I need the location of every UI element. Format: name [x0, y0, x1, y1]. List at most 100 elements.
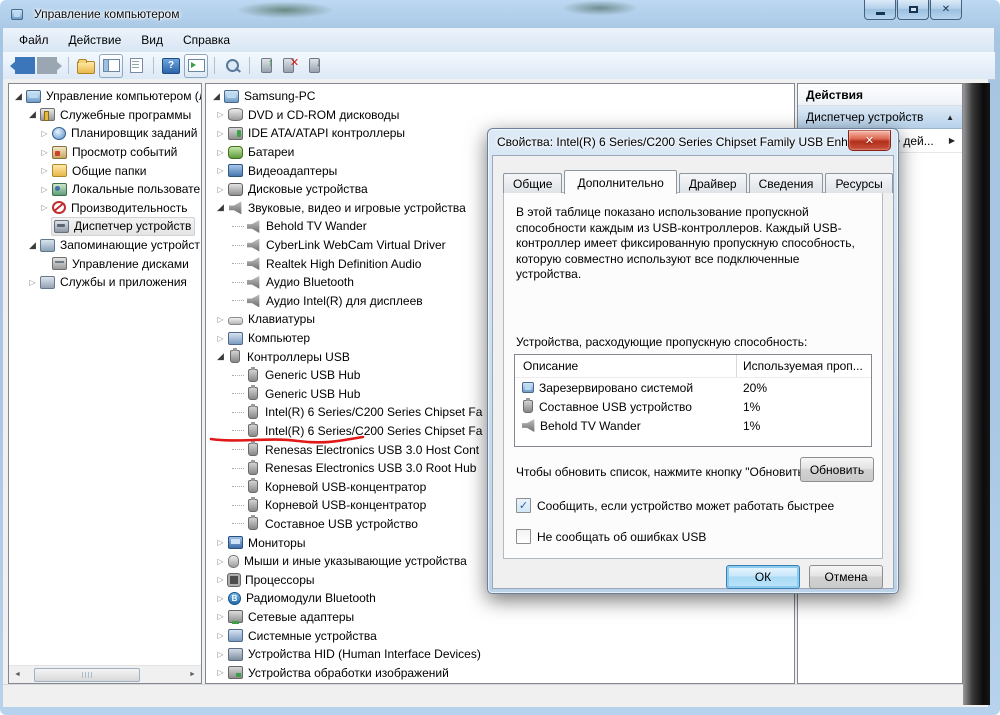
ok-button[interactable]: ОК [726, 565, 800, 589]
video-adapter-icon [228, 164, 243, 177]
expander-icon[interactable]: ▷ [214, 185, 227, 194]
tab-advanced[interactable]: Дополнительно [564, 170, 676, 194]
tree-item-storage[interactable]: ◢Запоминающие устройст [9, 236, 201, 255]
expander-icon[interactable]: ▷ [214, 668, 227, 677]
collapse-arrow-icon[interactable]: ▲ [946, 113, 954, 122]
tree-item-device-manager[interactable]: Диспетчер устройств [9, 217, 201, 236]
expander-icon[interactable]: ▷ [38, 166, 51, 175]
menu-view[interactable]: Вид [131, 30, 173, 50]
menu-action[interactable]: Действие [59, 30, 132, 50]
dialog-close-button[interactable]: ✕ [848, 130, 891, 151]
scan-hardware-button[interactable]: ↓ [304, 55, 326, 77]
refresh-button[interactable]: Обновить [800, 457, 874, 482]
bandwidth-table[interactable]: Описание Используемая проп... Зарезервир… [514, 354, 872, 447]
tree-item-event-viewer[interactable]: ▷Просмотр событий [9, 143, 201, 162]
expander-icon[interactable]: ▷ [38, 148, 51, 157]
check-icon: ✓ [519, 499, 528, 512]
console-window-button[interactable] [99, 54, 123, 78]
scroll-left-arrow[interactable]: ◄ [9, 666, 26, 683]
expander-icon[interactable]: ▷ [214, 148, 227, 157]
tree-item-system-tools[interactable]: ◢Служебные программы [9, 106, 201, 125]
expander-icon[interactable]: ▷ [214, 594, 227, 603]
cancel-button[interactable]: Отмена [809, 565, 883, 589]
window-titlebar[interactable]: Управление компьютером [0, 0, 1000, 28]
show-window-button[interactable] [184, 54, 208, 78]
expander-icon[interactable]: ▷ [26, 278, 39, 287]
tab-resources[interactable]: Ресурсы [825, 173, 892, 193]
expander-icon[interactable]: ◢ [210, 91, 223, 102]
forward-arrow-shaft [37, 57, 57, 74]
expander-icon[interactable]: ▷ [214, 557, 227, 566]
expander-icon[interactable]: ◢ [214, 351, 227, 362]
console-window-icon [103, 59, 120, 72]
scrollbar-thumb[interactable] [34, 668, 140, 682]
expander-icon[interactable]: ◢ [26, 240, 39, 251]
tab-general[interactable]: Общие [503, 173, 562, 193]
help-button[interactable]: ? [160, 55, 182, 77]
tree-item-services-apps[interactable]: ▷Службы и приложения [9, 273, 201, 292]
tree-item-system-devices[interactable]: ▷Системные устройства [206, 626, 794, 645]
menu-file[interactable]: Файл [9, 30, 59, 50]
properties-button[interactable] [125, 55, 147, 77]
dialog-titlebar[interactable]: Свойства: Intel(R) 6 Series/C200 Series … [488, 129, 898, 155]
device-manager-icon [54, 220, 69, 233]
console-tree-panel: ◢Управление компьютером (л ◢Служебные пр… [8, 83, 202, 684]
tree-item-samsung-pc[interactable]: ◢Samsung-PC [206, 87, 794, 106]
usb-icon [248, 480, 258, 493]
expander-icon[interactable]: ▷ [214, 110, 227, 119]
tree-item-performance[interactable]: ▷Производительность [9, 199, 201, 218]
tab-details[interactable]: Сведения [749, 173, 824, 193]
table-row[interactable]: Составное USB устройство 1% [515, 397, 871, 416]
actions-group-device-manager[interactable]: Диспетчер устройств ▲ [798, 106, 962, 129]
expander-icon[interactable]: ▷ [38, 203, 51, 212]
scroll-right-arrow[interactable]: ► [184, 666, 201, 683]
back-button[interactable] [10, 55, 35, 77]
expander-icon[interactable]: ◢ [12, 91, 25, 102]
tree-item-network-adapters[interactable]: ▷Сетевые адаптеры [206, 608, 794, 627]
update-driver-button[interactable]: ↑ [256, 55, 278, 77]
expander-icon[interactable]: ◢ [26, 109, 39, 120]
expand-arrow-icon[interactable]: ▶ [949, 136, 955, 145]
expander-icon[interactable]: ▷ [214, 612, 227, 621]
checkbox-no-usb-errors[interactable] [516, 529, 531, 544]
expander-icon[interactable]: ◢ [214, 202, 227, 213]
tree-item-local-users[interactable]: ▷Локальные пользовате [9, 180, 201, 199]
expander-icon[interactable]: ▷ [214, 334, 227, 343]
expander-icon[interactable]: ▷ [214, 575, 227, 584]
expander-icon[interactable]: ▷ [214, 631, 227, 640]
close-button[interactable]: ✕ [930, 0, 962, 20]
maximize-button[interactable] [897, 0, 929, 20]
column-description[interactable]: Описание [515, 359, 736, 373]
tree-item-imaging-devices[interactable]: ▷Устройства обработки изображений [206, 663, 794, 682]
tree-item-shared-folders[interactable]: ▷Общие папки [9, 161, 201, 180]
table-row[interactable]: Behold TV Wander 1% [515, 416, 871, 435]
properties-dialog: Свойства: Intel(R) 6 Series/C200 Series … [487, 128, 899, 594]
checkbox-row-errors: Не сообщать об ошибках USB [516, 529, 706, 544]
tools-icon [40, 108, 55, 121]
tree-item-hid[interactable]: ▷Устройства HID (Human Interface Devices… [206, 645, 794, 664]
tree-item-dvd-cdrom[interactable]: ▷DVD и CD-ROM дисководы [206, 106, 794, 125]
expander-icon[interactable]: ▷ [214, 315, 227, 324]
mouse-icon [228, 555, 239, 568]
checkbox-report-faster[interactable]: ✓ [516, 498, 531, 513]
expander-icon[interactable]: ▷ [214, 538, 227, 547]
expander-icon[interactable]: ▷ [214, 650, 227, 659]
menu-help[interactable]: Справка [173, 30, 240, 50]
expander-icon[interactable]: ▷ [38, 185, 51, 194]
find-computer-button[interactable] [221, 55, 243, 77]
tree-item-computer-management[interactable]: ◢Управление компьютером (л [9, 87, 201, 106]
tree-item-task-scheduler[interactable]: ▷Планировщик заданий [9, 124, 201, 143]
uninstall-device-button[interactable]: ✕ [280, 55, 302, 77]
horizontal-scrollbar[interactable]: ◄ ► [9, 665, 201, 683]
show-console-tree-button[interactable] [75, 55, 97, 77]
tree-item-disk-management[interactable]: Управление дисками [9, 254, 201, 273]
forward-button[interactable] [37, 55, 62, 77]
column-bandwidth[interactable]: Используемая проп... [736, 355, 871, 377]
tab-driver[interactable]: Драйвер [679, 173, 747, 193]
table-row[interactable]: Зарезервировано системой 20% [515, 378, 871, 397]
speaker-icon [247, 276, 260, 289]
minimize-button[interactable] [864, 0, 896, 20]
expander-icon[interactable]: ▷ [214, 129, 227, 138]
expander-icon[interactable]: ▷ [38, 129, 51, 138]
expander-icon[interactable]: ▷ [214, 166, 227, 175]
